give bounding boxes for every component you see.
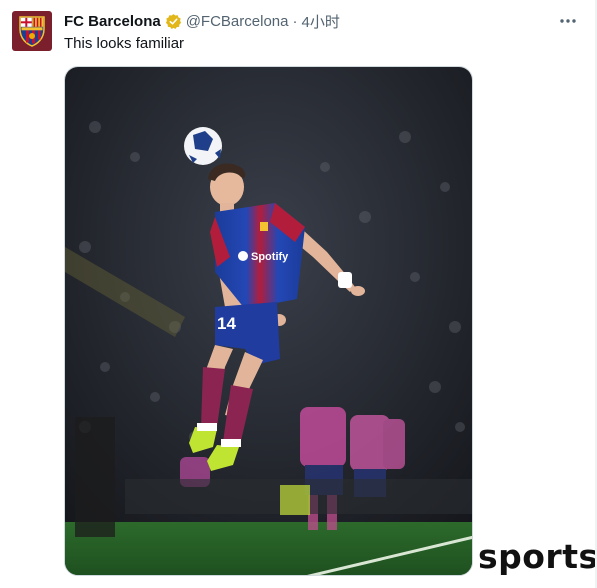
- tweet-header: FC Barcelona @FCBarcelona · 4小时: [64, 11, 340, 31]
- player-header-photo: Spotify 14: [65, 67, 472, 575]
- header-separator: ·: [292, 12, 298, 30]
- jersey-sponsor-text: Spotify: [251, 251, 289, 263]
- tweet-text: This looks familiar: [64, 35, 185, 52]
- verified-badge-icon[interactable]: [165, 13, 182, 30]
- tweet-timestamp[interactable]: 4小时: [301, 11, 339, 32]
- more-icon: [560, 19, 576, 23]
- more-options-button[interactable]: [557, 10, 579, 32]
- author-handle[interactable]: @FCBarcelona: [186, 13, 289, 30]
- account-avatar[interactable]: [12, 11, 52, 51]
- fcb-crest-icon: [19, 16, 45, 47]
- tweet-photo[interactable]: Spotify 14: [64, 66, 473, 576]
- sports-watermark: sports: [478, 537, 597, 576]
- author-name[interactable]: FC Barcelona: [64, 13, 161, 30]
- player-number-text: 14: [217, 314, 236, 333]
